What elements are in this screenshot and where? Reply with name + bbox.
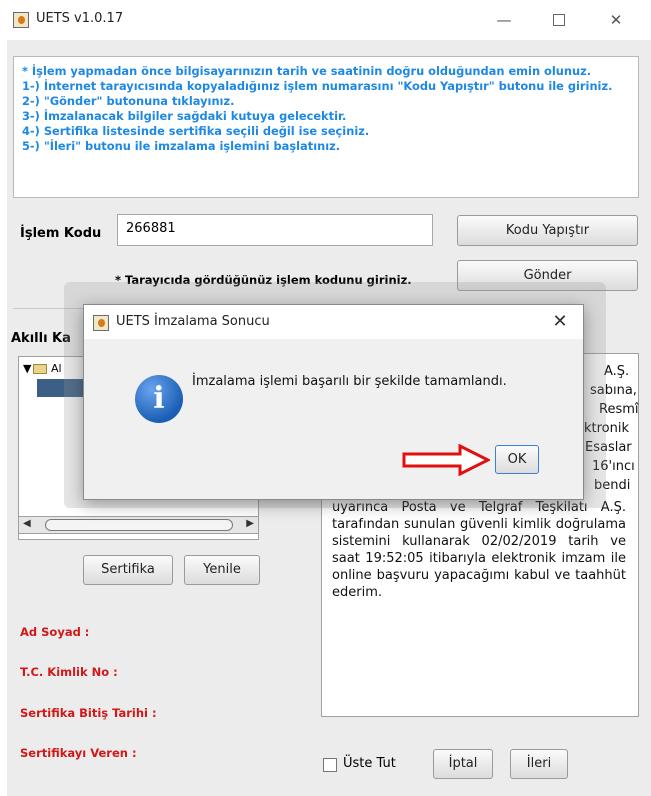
- text-fragment: A.Ş.: [604, 364, 630, 379]
- tree-root-label: Al: [50, 362, 62, 375]
- instruction-line: 1-) İnternet tarayıcısında kopyaladığını…: [22, 79, 613, 93]
- scrollbar-thumb[interactable]: [45, 519, 233, 531]
- dialog-message: İmzalama işlemi başarılı bir şekilde tam…: [192, 374, 507, 389]
- tc-kimlik-label: T.C. Kimlik No :: [20, 665, 118, 679]
- ad-soyad-label: Ad Soyad :: [20, 625, 90, 639]
- iptal-button[interactable]: İptal: [433, 749, 493, 779]
- result-dialog: UETS İmzalama Sonucu ✕ i İmzalama işlemi…: [83, 304, 584, 500]
- uste-tut-checkbox[interactable]: [323, 758, 337, 772]
- ileri-button[interactable]: İleri: [510, 749, 568, 779]
- instruction-line: 2-) "Gönder" butonuna tıklayınız.: [22, 94, 235, 108]
- red-arrow-icon: [402, 444, 490, 476]
- window-title: UETS v1.0.17: [36, 11, 124, 26]
- close-button[interactable]: ✕: [596, 6, 636, 34]
- title-bar: UETS v1.0.17 — ✕: [0, 0, 651, 40]
- islem-kodu-input[interactable]: 266881: [117, 214, 433, 246]
- scroll-right-icon[interactable]: ▶: [246, 518, 254, 529]
- scroll-left-icon[interactable]: ◀: [23, 518, 31, 529]
- information-icon: i: [135, 375, 183, 423]
- maximize-icon: [553, 14, 565, 26]
- minimize-button[interactable]: —: [484, 6, 524, 34]
- java-app-icon: [13, 12, 29, 28]
- instruction-line: 5-) "İleri" butonu ile imzalama işlemini…: [22, 139, 341, 153]
- kodu-yapistir-button[interactable]: Kodu Yapıştır: [457, 215, 638, 246]
- signing-text-body: uyarınca Posta ve Telgraf Teşkilatı A.Ş.…: [332, 500, 626, 600]
- tree-horizontal-scrollbar[interactable]: ◀ ▶: [18, 516, 259, 534]
- instructions-box: * İşlem yapmadan önce bilgisayarınızın t…: [13, 56, 639, 198]
- instruction-line: 3-) İmzalanacak bilgiler sağdaki kutuya …: [22, 109, 347, 123]
- akilli-kart-label: Akıllı Ka: [11, 331, 71, 346]
- java-app-icon: [93, 315, 109, 331]
- maximize-button[interactable]: [539, 6, 579, 34]
- sertifika-button[interactable]: Sertifika: [83, 555, 173, 585]
- ok-button[interactable]: OK: [495, 445, 539, 474]
- expand-arrow-icon[interactable]: ▼: [23, 362, 31, 375]
- yenile-button[interactable]: Yenile: [184, 555, 260, 585]
- folder-icon: [33, 364, 48, 374]
- dialog-title-bar: UETS İmzalama Sonucu ✕: [84, 305, 583, 339]
- islem-kodu-label: İşlem Kodu: [20, 226, 102, 241]
- dialog-title: UETS İmzalama Sonucu: [116, 314, 270, 329]
- sertifika-veren-label: Sertifikayı Veren :: [20, 746, 137, 760]
- dialog-close-button[interactable]: ✕: [546, 309, 574, 335]
- sertifika-bitis-label: Sertifika Bitiş Tarihi :: [20, 706, 157, 720]
- instruction-line: * İşlem yapmadan önce bilgisayarınızın t…: [22, 64, 592, 78]
- tree-root-row[interactable]: ▼ Al: [23, 362, 62, 375]
- instruction-line: 4-) Sertifika listesinde sertifika seçil…: [22, 124, 370, 138]
- uste-tut-label[interactable]: Üste Tut: [343, 756, 396, 771]
